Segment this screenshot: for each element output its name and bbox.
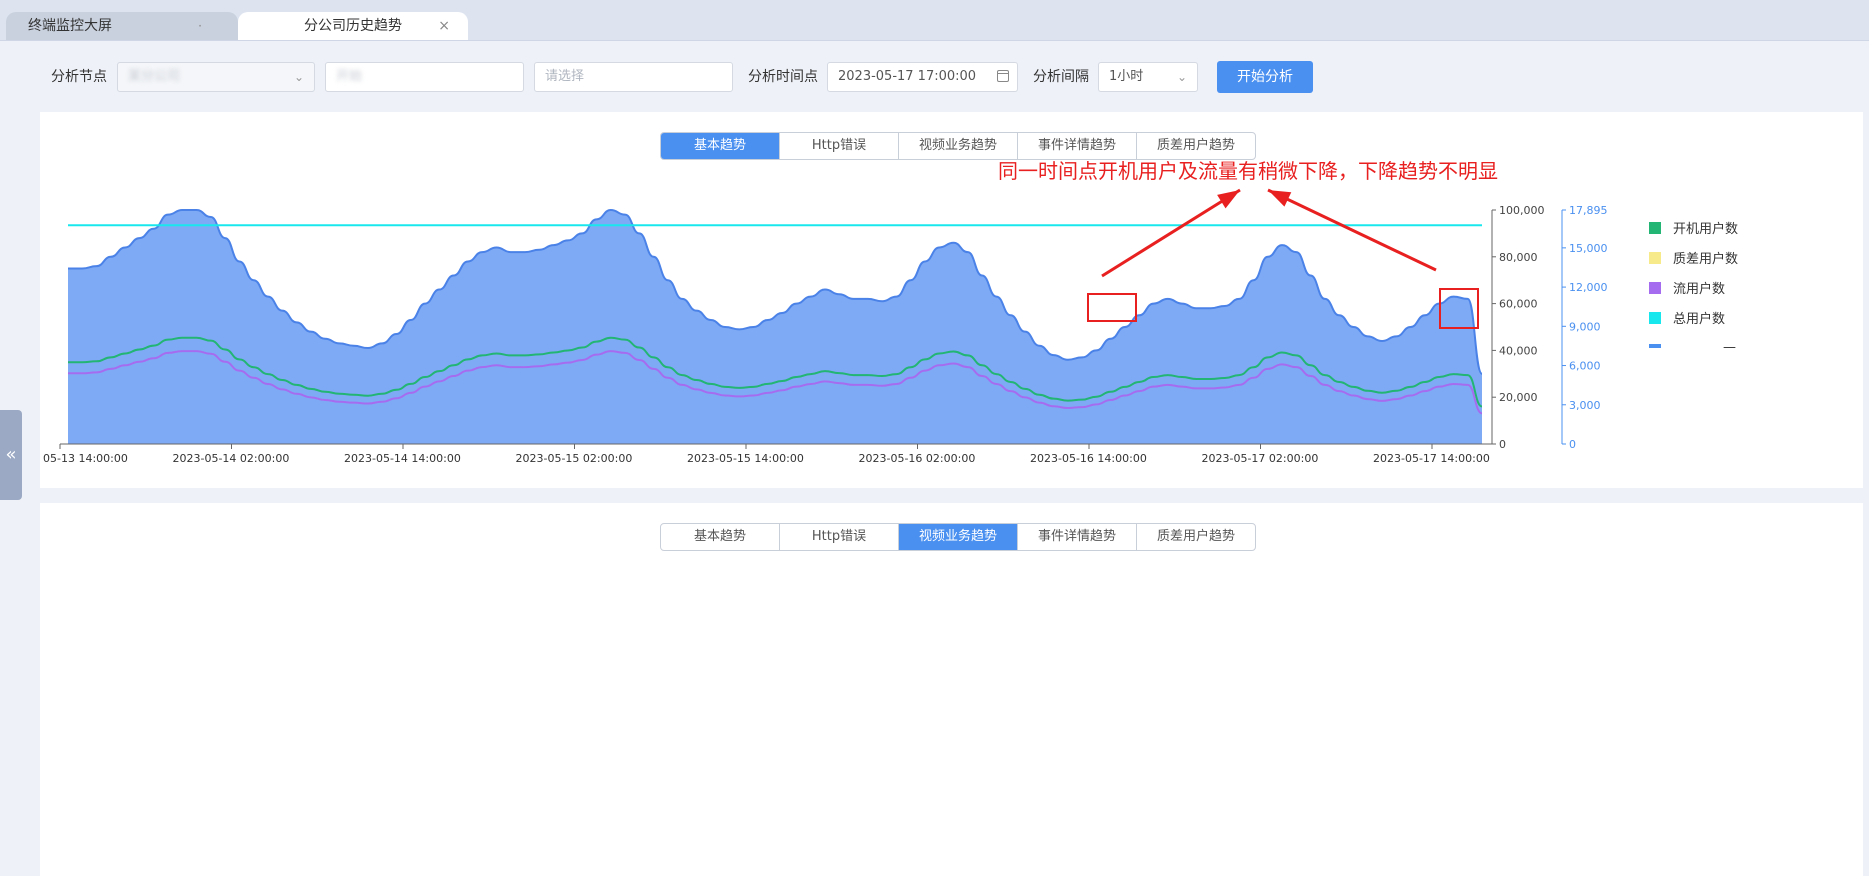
- collapse-sidebar-icon[interactable]: «: [0, 410, 22, 500]
- seg-tab-video[interactable]: 视频业务趋势: [898, 133, 1017, 159]
- chevron-down-icon: ⌄: [1176, 70, 1187, 84]
- tab-branch-history[interactable]: 分公司历史趋势 ×: [238, 12, 468, 40]
- basic-trend-panel: 基本趋势 Http错误 视频业务趋势 事件详情趋势 质差用户趋势: [40, 112, 1863, 488]
- node-select[interactable]: 某分公司 ⌄: [117, 62, 315, 92]
- time-label: 分析时间点: [748, 69, 818, 85]
- node2-value: 开始: [336, 69, 363, 84]
- tab-bar: 终端监控大屏 · 分公司历史趋势 ×: [0, 0, 1869, 41]
- seg-tab-event[interactable]: 事件详情趋势: [1017, 133, 1136, 159]
- seg-tab-basic[interactable]: 基本趋势: [661, 524, 779, 550]
- select-input[interactable]: 请选择: [534, 62, 733, 92]
- seg-tab-video[interactable]: 视频业务趋势: [898, 524, 1017, 550]
- interval-value: 1小时: [1109, 69, 1144, 84]
- tab-label: 分公司历史趋势: [304, 18, 402, 34]
- seg-tab-basic[interactable]: 基本趋势: [661, 133, 779, 159]
- tab-label: 终端监控大屏: [28, 18, 112, 34]
- tab-close-icon[interactable]: ·: [198, 12, 202, 40]
- segment-tabs: 基本趋势 Http错误 视频业务趋势 事件详情趋势 质差用户趋势: [660, 523, 1256, 551]
- seg-tab-poor[interactable]: 质差用户趋势: [1136, 524, 1255, 550]
- time-picker[interactable]: 2023-05-17 17:00:00: [827, 62, 1018, 92]
- tab-terminal-monitor[interactable]: 终端监控大屏 ·: [6, 12, 238, 40]
- seg-tab-event[interactable]: 事件详情趋势: [1017, 524, 1136, 550]
- node2-input[interactable]: 开始: [325, 62, 524, 92]
- seg-tab-poor[interactable]: 质差用户趋势: [1136, 133, 1255, 159]
- interval-select[interactable]: 1小时 ⌄: [1098, 62, 1198, 92]
- tab-close-icon[interactable]: ×: [438, 12, 450, 40]
- node-label: 分析节点: [51, 69, 107, 85]
- segment-tabs: 基本趋势 Http错误 视频业务趋势 事件详情趋势 质差用户趋势: [660, 132, 1256, 160]
- interval-label: 分析间隔: [1033, 69, 1089, 85]
- seg-tab-http[interactable]: Http错误: [779, 524, 898, 550]
- seg-tab-http[interactable]: Http错误: [779, 133, 898, 159]
- start-analysis-button[interactable]: 开始分析: [1217, 61, 1313, 93]
- video-trend-panel: 基本趋势 Http错误 视频业务趋势 事件详情趋势 质差用户趋势: [40, 503, 1863, 876]
- chevron-down-icon: ⌄: [293, 70, 304, 84]
- calendar-icon: [997, 70, 1009, 82]
- time-value: 2023-05-17 17:00:00: [838, 69, 977, 84]
- node-value: 某分公司: [128, 69, 181, 84]
- select-placeholder: 请选择: [545, 69, 585, 84]
